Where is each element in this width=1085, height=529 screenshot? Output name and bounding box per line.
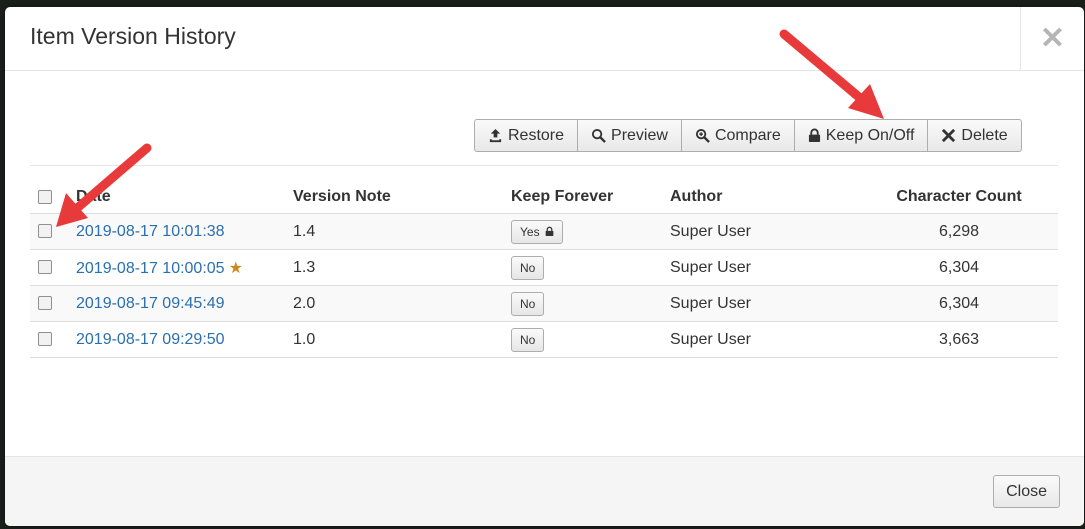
close-button[interactable]: Close bbox=[993, 475, 1060, 508]
version-history-modal: Item Version History ✕ Restore Preview C… bbox=[5, 7, 1084, 526]
keep-forever-value: No bbox=[520, 260, 536, 275]
version-date-link[interactable]: 2019-08-17 09:45:49 bbox=[76, 295, 225, 312]
author: Super User bbox=[670, 285, 860, 322]
author: Super User bbox=[670, 321, 860, 358]
toolbar: Restore Preview Compare Keep On/Off Dele… bbox=[474, 119, 1022, 152]
delete-label: Delete bbox=[961, 126, 1008, 144]
version-date-link[interactable]: 2019-08-17 10:01:38 bbox=[76, 223, 225, 240]
table-row: 2019-08-17 09:29:50 1.0 No Super User 3,… bbox=[30, 321, 1058, 358]
author: Super User bbox=[670, 249, 860, 286]
modal-title: Item Version History bbox=[30, 23, 236, 49]
keep-on-off-label: Keep On/Off bbox=[825, 126, 915, 144]
row-checkbox[interactable] bbox=[38, 332, 52, 347]
modal-footer: Close bbox=[5, 456, 1084, 526]
header-version-note[interactable]: Version Note bbox=[293, 181, 511, 214]
restore-button[interactable]: Restore bbox=[474, 119, 579, 152]
preview-button[interactable]: Preview bbox=[577, 119, 682, 152]
version-note: 1.0 bbox=[293, 321, 511, 358]
modal-header: Item Version History ✕ bbox=[5, 7, 1084, 71]
character-count: 6,304 bbox=[860, 249, 1058, 286]
restore-label: Restore bbox=[508, 126, 565, 144]
x-icon bbox=[941, 128, 956, 143]
compare-button[interactable]: Compare bbox=[680, 119, 795, 152]
character-count: 3,663 bbox=[860, 321, 1058, 358]
version-note: 2.0 bbox=[293, 285, 511, 322]
row-checkbox[interactable] bbox=[38, 296, 52, 311]
compare-label: Compare bbox=[714, 126, 781, 144]
row-checkbox[interactable] bbox=[38, 260, 52, 275]
keep-forever-toggle[interactable]: Yes bbox=[511, 219, 563, 244]
zoom-in-icon bbox=[695, 128, 710, 143]
character-count: 6,298 bbox=[860, 213, 1058, 250]
table-row: 2019-08-17 10:00:05 ★ 1.3 No Super User 6… bbox=[30, 249, 1058, 286]
header-keep-forever[interactable]: Keep Forever bbox=[511, 181, 670, 214]
author: Super User bbox=[670, 213, 860, 250]
version-note: 1.3 bbox=[293, 249, 511, 286]
table-header-row: Date Version Note Keep Forever Author Ch… bbox=[30, 181, 1058, 214]
table-row: 2019-08-17 09:45:49 2.0 No Super User 6,… bbox=[30, 285, 1058, 322]
keep-forever-value: Yes bbox=[520, 224, 540, 239]
keep-forever-toggle[interactable]: No bbox=[511, 291, 545, 316]
table-row: 2019-08-17 10:01:38 1.4 Yes Super User 6… bbox=[30, 213, 1058, 250]
upload-icon bbox=[488, 128, 503, 143]
version-note: 1.4 bbox=[293, 213, 511, 250]
header-character-count[interactable]: Character Count bbox=[860, 181, 1058, 214]
keep-forever-value: No bbox=[520, 332, 536, 347]
star-icon: ★ bbox=[228, 259, 243, 277]
version-date-link[interactable]: 2019-08-17 09:29:50 bbox=[76, 331, 225, 348]
delete-button[interactable]: Delete bbox=[927, 119, 1022, 152]
preview-label: Preview bbox=[611, 126, 668, 144]
lock-icon bbox=[808, 128, 821, 143]
keep-forever-toggle[interactable]: No bbox=[511, 327, 545, 352]
close-icon[interactable]: ✕ bbox=[1020, 7, 1084, 70]
row-checkbox[interactable] bbox=[38, 224, 52, 239]
lock-icon bbox=[545, 226, 554, 237]
keep-forever-toggle[interactable]: No bbox=[511, 255, 545, 280]
search-icon bbox=[591, 128, 606, 143]
character-count: 6,304 bbox=[860, 285, 1058, 322]
header-author[interactable]: Author bbox=[670, 181, 860, 214]
divider bbox=[30, 165, 1058, 166]
header-date[interactable]: Date bbox=[76, 181, 293, 214]
version-table: Date Version Note Keep Forever Author Ch… bbox=[30, 181, 1058, 358]
keep-on-off-button[interactable]: Keep On/Off bbox=[793, 119, 929, 152]
keep-forever-value: No bbox=[520, 296, 536, 311]
select-all-checkbox[interactable] bbox=[38, 189, 52, 204]
version-date-link[interactable]: 2019-08-17 10:00:05 bbox=[76, 260, 225, 277]
